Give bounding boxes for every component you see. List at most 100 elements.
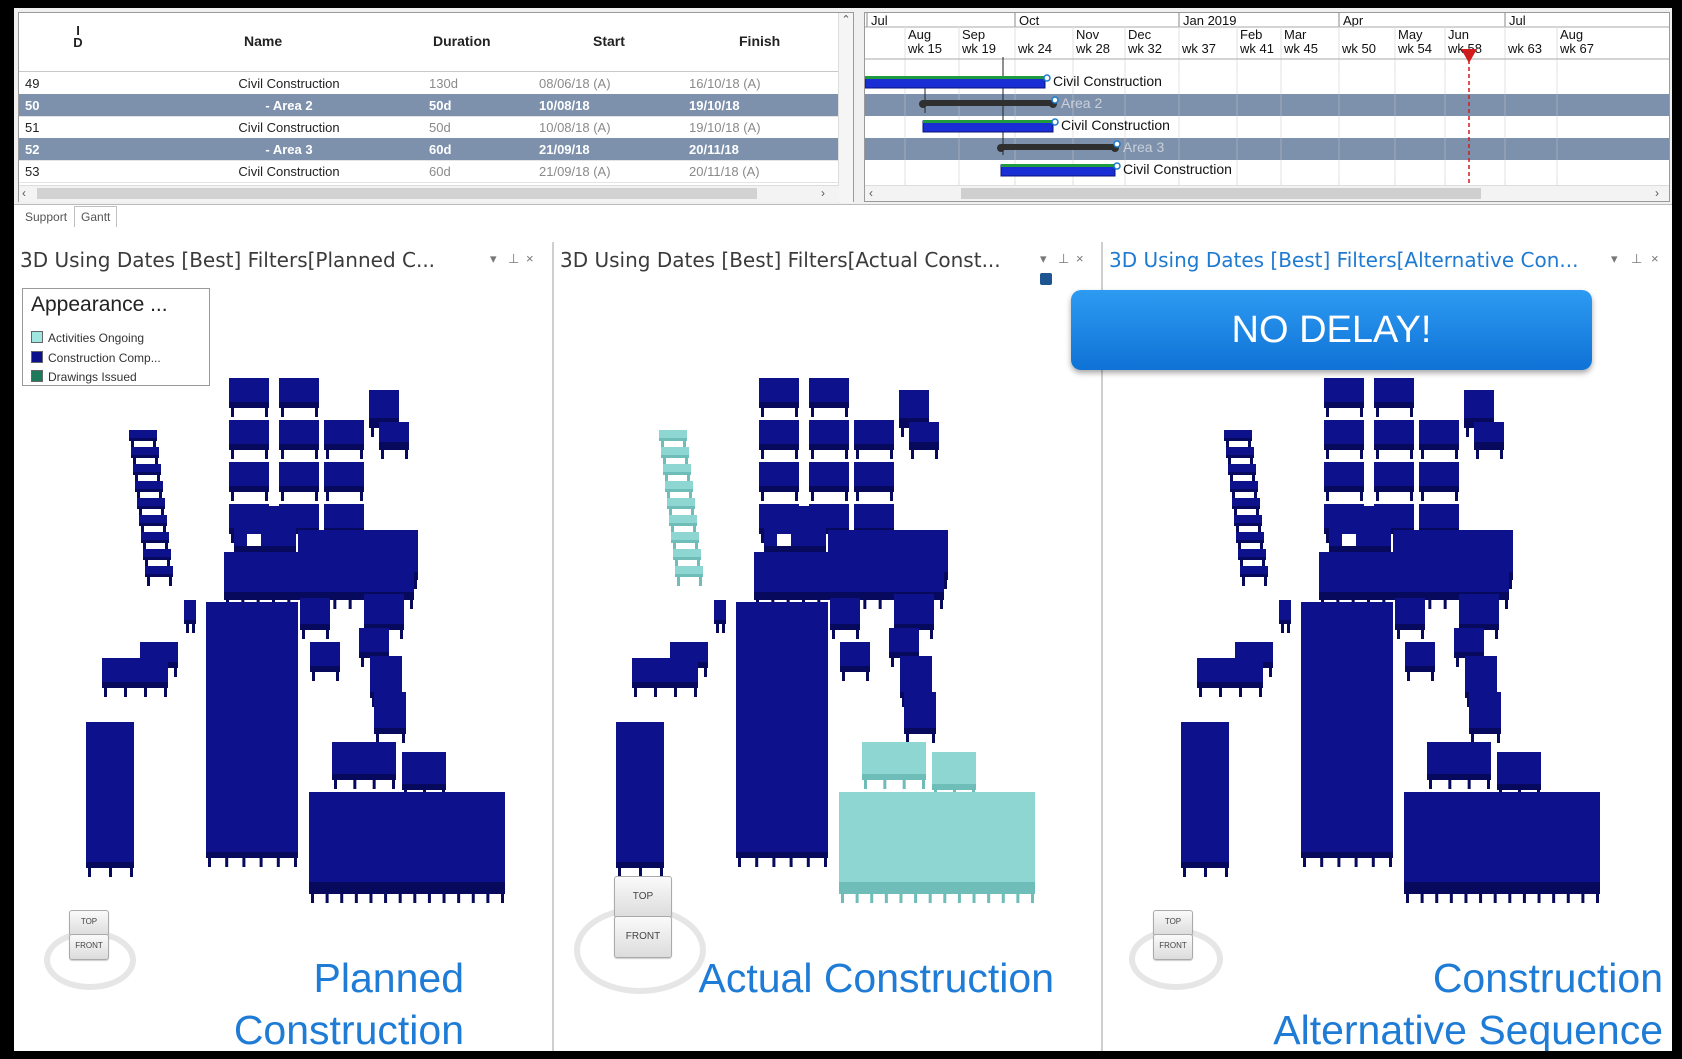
close-icon[interactable]: × xyxy=(1076,251,1084,266)
task-start: 08/06/18 (A) xyxy=(539,76,611,91)
bar-end-marker xyxy=(1043,74,1051,82)
building-block xyxy=(1324,462,1364,501)
task-row[interactable]: 52 - Area 3 60d 21/09/18 20/11/18 xyxy=(19,138,839,161)
nav-cube-top[interactable]: TOP xyxy=(69,910,109,936)
building-block xyxy=(374,692,406,743)
podium-slab xyxy=(309,792,505,903)
timescale-week-label: wk 28 xyxy=(1075,41,1110,56)
building-block xyxy=(229,378,269,417)
chevron-down-icon[interactable]: ▾ xyxy=(1040,251,1047,267)
task-name: Civil Construction xyxy=(238,76,340,91)
dock-drag-handle[interactable] xyxy=(1040,273,1052,285)
building-block xyxy=(759,420,799,459)
panel-title-actual[interactable]: 3D Using Dates [Best] Filters[Actual Con… xyxy=(560,248,1001,276)
chart-scroll-left-icon[interactable]: ‹ xyxy=(869,186,873,200)
gantt-chart: Jul Oct Jan 2019 Apr Jul Aug Sep Nov Dec Feb Mar Ma… xyxy=(864,12,1670,202)
appearance-legend: Appearance ... Activities Ongoing Constr… xyxy=(22,288,210,386)
courtyard-opening xyxy=(1342,534,1356,546)
task-row[interactable]: 51 Civil Construction 50d 10/08/18 (A) 19/10… xyxy=(19,116,839,139)
task-start: 10/08/18 (A) xyxy=(539,120,611,135)
panel-title-alternative[interactable]: 3D Using Dates [Best] Filters[Alternativ… xyxy=(1109,248,1578,276)
panel-title-planned[interactable]: 3D Using Dates [Best] Filters[Planned C.… xyxy=(20,248,435,276)
column-header-start[interactable]: Start xyxy=(593,33,625,49)
building-block xyxy=(1324,378,1364,417)
grid-vertical-scrollbar[interactable]: ⌃ xyxy=(838,13,853,203)
scroll-up-icon[interactable]: ⌃ xyxy=(841,14,850,26)
chart-scroll-thumb[interactable] xyxy=(961,188,1481,199)
bar-label: Civil Construction xyxy=(1123,161,1232,177)
nav-cube-front[interactable]: FRONT xyxy=(69,934,109,960)
building-block xyxy=(809,420,849,459)
pin-icon[interactable]: ⊥ xyxy=(1631,251,1642,267)
building-block xyxy=(279,420,319,459)
column-header-id[interactable]: I D xyxy=(71,24,85,49)
legend-swatch xyxy=(31,351,43,363)
timescale-week-label: wk 63 xyxy=(1507,41,1542,56)
viewport-planned[interactable]: 3D Using Dates [Best] Filters[Planned C.… xyxy=(14,242,548,1051)
task-name: - Area 2 xyxy=(265,98,313,113)
progress-bar xyxy=(1001,164,1115,167)
grid-horizontal-scrollbar[interactable]: ‹ › xyxy=(19,185,839,202)
building-block xyxy=(854,462,894,501)
scroll-right-icon[interactable]: › xyxy=(821,186,825,200)
chart-scroll-right-icon[interactable]: › xyxy=(1655,186,1659,200)
timescale-week-label: wk 67 xyxy=(1559,41,1594,56)
building-block xyxy=(229,420,269,459)
column-header-name[interactable]: Name xyxy=(244,33,282,49)
task-duration: 130d xyxy=(429,76,458,91)
timescale-month-label: Dec xyxy=(1128,27,1152,42)
building-block xyxy=(184,600,196,633)
progress-bar xyxy=(865,76,1045,79)
timescale-month-label: Nov xyxy=(1076,27,1100,42)
building-block xyxy=(279,462,319,501)
timescale-major-label: Oct xyxy=(1019,13,1040,28)
chevron-down-icon[interactable]: ▾ xyxy=(490,251,497,267)
task-row[interactable]: 49 Civil Construction 130d 08/06/18 (A) 16/1… xyxy=(19,72,839,95)
summary-bar xyxy=(923,100,1053,106)
app-window: I D Name Duration Start Finish 49 Civil C… xyxy=(12,6,1674,1053)
viewport-actual[interactable]: 3D Using Dates [Best] Filters[Actual Con… xyxy=(552,242,1099,1051)
timescale-major-label: Jul xyxy=(871,13,888,28)
task-start: 10/08/18 xyxy=(539,98,590,113)
legend-title: Appearance ... xyxy=(31,293,168,316)
tab-support[interactable]: Support xyxy=(18,206,74,228)
nav-cube-front[interactable]: FRONT xyxy=(1153,934,1193,960)
task-id: 50 xyxy=(25,98,40,113)
timescale-month-label: Aug xyxy=(908,27,931,42)
timescale-month-label: Feb xyxy=(1240,27,1262,42)
grid-header: I D Name Duration Start Finish xyxy=(19,13,839,72)
pin-icon[interactable]: ⊥ xyxy=(1058,251,1069,267)
legend-swatch xyxy=(31,370,43,382)
task-duration: 50d xyxy=(429,120,451,135)
podium-slab xyxy=(839,792,1035,903)
chevron-down-icon[interactable]: ▾ xyxy=(1611,251,1618,267)
gantt-bars-canvas: Jul Oct Jan 2019 Apr Jul Aug Sep Nov Dec Feb Mar Ma… xyxy=(865,13,1669,185)
bar-end-marker xyxy=(1051,118,1059,126)
building-block xyxy=(402,752,446,799)
nav-cube-top[interactable]: TOP xyxy=(1153,910,1193,936)
nav-cube-top[interactable]: TOP xyxy=(614,876,672,918)
task-duration: 50d xyxy=(429,98,452,113)
task-finish: 20/11/18 xyxy=(689,142,739,157)
legend-item-complete: Construction Comp... xyxy=(31,351,161,365)
building-block xyxy=(759,378,799,417)
scroll-thumb[interactable] xyxy=(37,188,757,199)
tab-gantt[interactable]: Gantt xyxy=(74,206,118,227)
column-header-finish[interactable]: Finish xyxy=(739,33,780,49)
task-row[interactable]: 53 Civil Construction 60d 21/09/18 (A) 20/11… xyxy=(19,160,839,183)
task-finish: 19/10/18 (A) xyxy=(689,120,761,135)
ladder-segment xyxy=(675,566,703,586)
close-icon[interactable]: × xyxy=(1651,251,1659,266)
column-header-duration[interactable]: Duration xyxy=(433,33,491,49)
long-tower xyxy=(736,602,828,867)
chart-horizontal-scrollbar[interactable]: ‹ › xyxy=(865,185,1669,201)
task-id: 49 xyxy=(25,76,40,91)
building-block xyxy=(379,422,409,459)
pin-icon[interactable]: ⊥ xyxy=(508,251,519,267)
timescale-month-label: Aug xyxy=(1560,27,1583,42)
close-icon[interactable]: × xyxy=(526,251,534,266)
scroll-left-icon[interactable]: ‹ xyxy=(22,186,26,200)
ladder-segment xyxy=(1240,566,1268,586)
task-row[interactable]: 50 - Area 2 50d 10/08/18 19/10/18 xyxy=(19,94,839,117)
timescale-week-label: wk 54 xyxy=(1397,41,1432,56)
